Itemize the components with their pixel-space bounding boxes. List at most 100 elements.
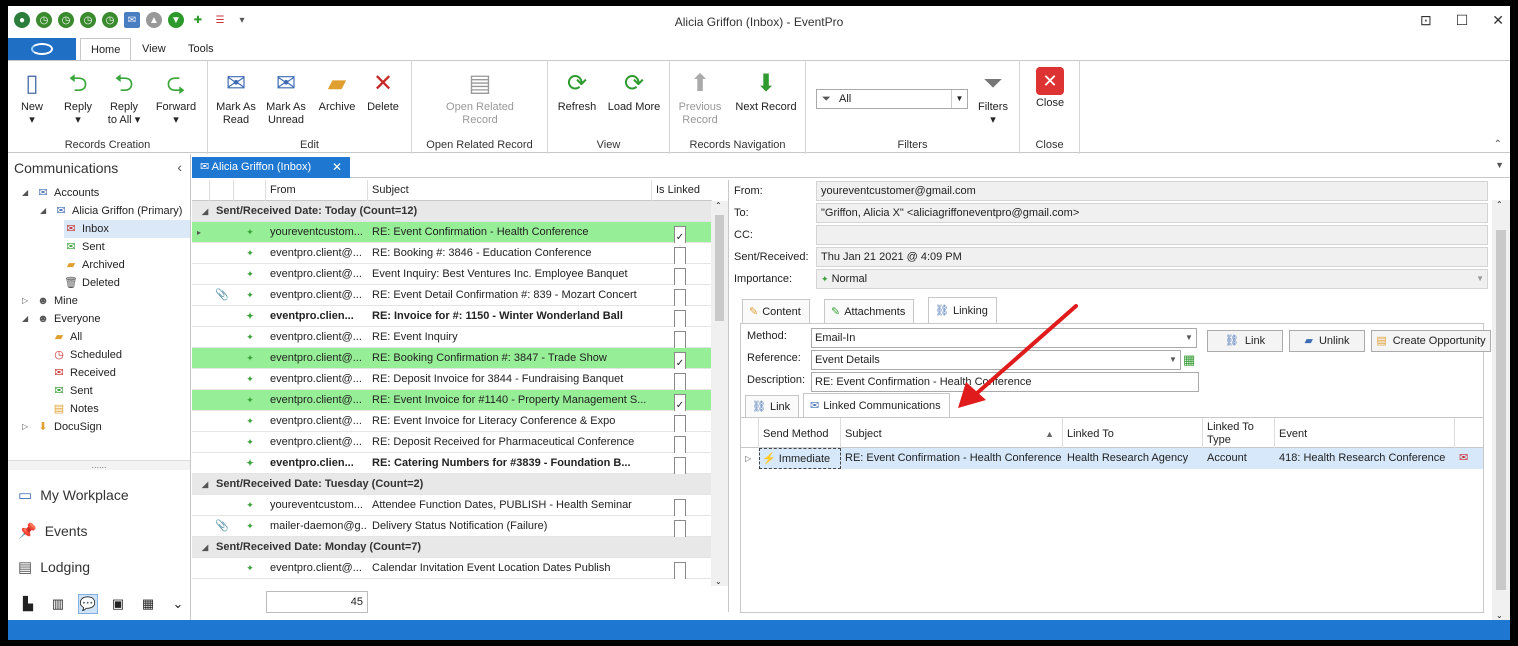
previous-record-button[interactable]: ⬆ Previous Record bbox=[676, 67, 724, 127]
detail-scrollbar[interactable]: ⌃ ⌄ bbox=[1492, 200, 1510, 620]
table-row[interactable]: ✦ eventpro.client@... RE: Event Inquiry bbox=[192, 327, 712, 348]
scroll-thumb[interactable] bbox=[715, 215, 724, 321]
table-row[interactable]: ✦ eventpro.client@... RE: Booking Confirma… bbox=[192, 348, 712, 369]
link-button[interactable]: ⛓ Link bbox=[1207, 330, 1283, 352]
scroll-up-icon[interactable]: ⌃ bbox=[1496, 200, 1503, 209]
load-more-button[interactable]: ⟳ Load More bbox=[606, 67, 662, 114]
description-field[interactable]: RE: Event Confirmation - Health Conferen… bbox=[811, 372, 1199, 392]
close-button[interactable]: ✕ Close bbox=[1030, 67, 1070, 110]
nav-events[interactable]: 📌 Events bbox=[18, 522, 88, 540]
is-linked-checkbox[interactable]: ✓ bbox=[674, 348, 690, 369]
header-subject[interactable]: Subject ▲ bbox=[841, 418, 1063, 448]
clipboard-icon[interactable]: ▣ bbox=[108, 594, 128, 614]
refresh-button[interactable]: ⟳ Refresh bbox=[554, 67, 600, 114]
is-linked-checkbox[interactable] bbox=[674, 327, 690, 348]
grid-scrollbar[interactable]: ⌃ ⌄ bbox=[711, 201, 728, 586]
is-linked-checkbox[interactable] bbox=[674, 285, 690, 306]
close-icon[interactable]: ✕ bbox=[1492, 12, 1504, 29]
tree-item-archived[interactable]: ▰ Archived bbox=[64, 256, 125, 274]
tree-item-deleted[interactable]: 🗑 Deleted bbox=[64, 274, 120, 292]
table-row[interactable]: ▸ ✦ youreventcustom... RE: Event Confirmati… bbox=[192, 222, 712, 243]
table-row[interactable]: ✦ youreventcustom... Attendee Function Dat… bbox=[192, 495, 712, 516]
mark-as-unread-button[interactable]: ✉ Mark As Unread bbox=[264, 67, 308, 127]
maximize-icon[interactable]: ☐ bbox=[1456, 12, 1469, 29]
is-linked-checkbox[interactable]: ✓ bbox=[674, 222, 690, 243]
tree-item-sent[interactable]: ✉ Sent bbox=[64, 238, 104, 256]
table-row[interactable]: ✦ eventpro.client@... RE: Event Invoice fo… bbox=[192, 390, 712, 411]
collapse-nav-icon[interactable]: ‹ bbox=[177, 159, 182, 175]
is-linked-checkbox[interactable] bbox=[674, 432, 690, 453]
tree-item-all[interactable]: ▰ All bbox=[52, 328, 82, 346]
group-row[interactable]: Sent/Received Date: Today (Count=12) bbox=[192, 201, 712, 222]
header-linked-to-type[interactable]: Linked To Type bbox=[1203, 418, 1275, 448]
header-is-linked[interactable]: Is Linked bbox=[652, 180, 712, 201]
mark-as-read-button[interactable]: ✉ Mark As Read bbox=[214, 67, 258, 127]
is-linked-checkbox[interactable] bbox=[674, 495, 690, 516]
new-button[interactable]: ▯ New ▾ bbox=[14, 67, 50, 127]
tab-attachments[interactable]: ✎ Attachments bbox=[824, 299, 915, 323]
header-event[interactable]: Event bbox=[1275, 418, 1455, 448]
linked-row[interactable]: ▷ ⚡ Immediate RE: Event Confirmation - H… bbox=[741, 448, 1483, 469]
chevron-down-icon[interactable]: ⌄ bbox=[168, 594, 188, 614]
is-linked-checkbox[interactable] bbox=[674, 369, 690, 390]
header-from[interactable]: From bbox=[266, 180, 368, 201]
tab-tools[interactable]: Tools bbox=[178, 38, 224, 60]
scroll-thumb[interactable] bbox=[1496, 230, 1506, 590]
nav-splitter[interactable]: ...... bbox=[8, 460, 190, 470]
is-linked-checkbox[interactable] bbox=[674, 306, 690, 327]
filters-button[interactable]: ⏷ Filters ▾ bbox=[972, 67, 1014, 127]
from-field[interactable]: youreventcustomer@gmail.com bbox=[816, 181, 1488, 201]
reply-all-button[interactable]: ⮌ Reply to All ▾ bbox=[104, 67, 144, 127]
tree-item-accounts[interactable]: ◢ ✉ Accounts bbox=[22, 184, 99, 202]
reference-lookup-icon[interactable]: ▦ bbox=[1183, 352, 1195, 368]
subtab-link[interactable]: ⛓ Link bbox=[745, 395, 800, 417]
create-opportunity-button[interactable]: ▤ Create Opportunity bbox=[1371, 330, 1491, 352]
chat-bubble-icon[interactable]: 💬 bbox=[78, 594, 98, 614]
tab-linking[interactable]: ⛓ Linking bbox=[928, 297, 997, 323]
is-linked-checkbox[interactable] bbox=[674, 264, 690, 285]
sent-field[interactable]: Thu Jan 21 2021 @ 4:09 PM bbox=[816, 247, 1488, 267]
open-related-record-button[interactable]: ▤ Open Related Record bbox=[432, 67, 528, 127]
scroll-down-icon[interactable]: ⌄ bbox=[715, 577, 722, 586]
next-record-button[interactable]: ⬇ Next Record bbox=[732, 67, 800, 114]
tree-item-docusign[interactable]: ▷ ⬇ DocuSign bbox=[22, 418, 102, 436]
reply-button[interactable]: ⮌ Reply ▾ bbox=[56, 67, 100, 127]
open-record-icon[interactable]: ✉ bbox=[1455, 448, 1483, 469]
scroll-down-icon[interactable]: ⌄ bbox=[1496, 611, 1503, 620]
report-icon[interactable]: ▥ bbox=[48, 594, 68, 614]
header-attachment[interactable] bbox=[210, 180, 234, 201]
tree-item-notes[interactable]: ▤ Notes bbox=[52, 400, 99, 418]
is-linked-checkbox[interactable] bbox=[674, 558, 690, 579]
app-menu-button[interactable] bbox=[8, 38, 76, 60]
tree-item-received[interactable]: ✉ Received bbox=[52, 364, 115, 382]
table-row[interactable]: ✦ eventpro.clien... RE: Catering Numbers f… bbox=[192, 453, 712, 474]
tab-content[interactable]: ✎ Content bbox=[742, 299, 810, 323]
tree-item-inbox[interactable]: ✉ Inbox bbox=[64, 220, 190, 238]
nav-lodging[interactable]: ▤ Lodging bbox=[18, 558, 90, 576]
building-icon[interactable]: ▙ bbox=[18, 594, 38, 614]
table-row[interactable]: ✦ eventpro.client@... RE: Deposit Invoice … bbox=[192, 369, 712, 390]
delete-button[interactable]: ✕ Delete bbox=[362, 67, 404, 114]
collapse-ribbon-icon[interactable]: ⌃ bbox=[1494, 139, 1502, 150]
table-row[interactable]: ✦ eventpro.client@... RE: Event Invoice fo… bbox=[192, 411, 712, 432]
is-linked-checkbox[interactable] bbox=[674, 243, 690, 264]
tree-item-primary-account[interactable]: ◢ ✉ Alicia Griffon (Primary) bbox=[40, 202, 182, 220]
close-tab-icon[interactable]: ✕ bbox=[332, 157, 342, 178]
tree-item-sent-all[interactable]: ✉ Sent bbox=[52, 382, 92, 400]
importance-field[interactable]: ✦ Normal ▼ bbox=[816, 269, 1488, 289]
is-linked-checkbox[interactable] bbox=[674, 411, 690, 432]
header-linked-to[interactable]: Linked To bbox=[1063, 418, 1203, 448]
tab-dropdown-icon[interactable]: ▼ bbox=[1495, 160, 1504, 170]
is-linked-checkbox[interactable] bbox=[674, 453, 690, 474]
nav-my-workplace[interactable]: ▭ My Workplace bbox=[18, 486, 129, 504]
table-row[interactable]: ✦ eventpro.clien... RE: Invoice for #: 115… bbox=[192, 306, 712, 327]
filter-select[interactable]: ⏷ All ▼ bbox=[816, 89, 968, 109]
table-row[interactable]: ✦ eventpro.client@... Event Inquiry: Best … bbox=[192, 264, 712, 285]
table-row[interactable]: ✦ eventpro.client@... Calendar Invitation … bbox=[192, 558, 712, 579]
group-row[interactable]: Sent/Received Date: Tuesday (Count=2) bbox=[192, 474, 712, 495]
table-row[interactable]: ✦ eventpro.client@... RE: Booking #: 3846 … bbox=[192, 243, 712, 264]
table-row[interactable]: 📎 ✦ mailer-daemon@g... Delivery Status Noti… bbox=[192, 516, 712, 537]
is-linked-checkbox[interactable]: ✓ bbox=[674, 390, 690, 411]
header-priority[interactable] bbox=[234, 180, 266, 201]
header-send-method[interactable]: Send Method bbox=[759, 418, 841, 448]
